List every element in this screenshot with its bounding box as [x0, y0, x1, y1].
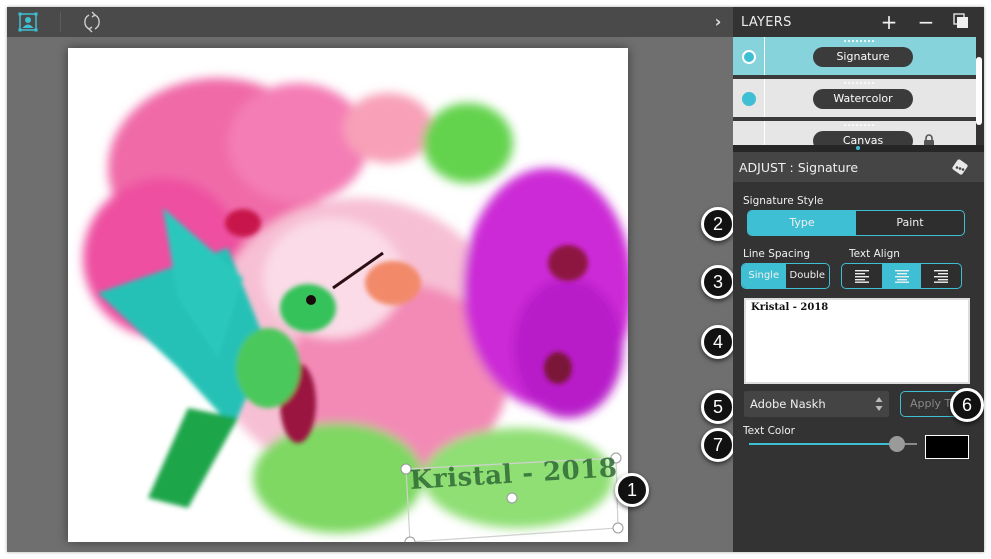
signature-style-toggle: Type Paint — [747, 210, 965, 236]
slider-thumb[interactable] — [888, 436, 905, 452]
duplicate-layer-icon[interactable] — [951, 12, 971, 32]
remove-layer-icon[interactable]: − — [916, 12, 936, 32]
font-select-value: Adobe Naskh — [750, 397, 826, 411]
pager-dot — [856, 146, 860, 150]
align-right-button[interactable] — [921, 264, 961, 288]
top-toolbar: › — [7, 7, 733, 37]
align-center-icon — [894, 270, 909, 283]
portrait-icon[interactable] — [18, 12, 38, 32]
visibility-toggle[interactable] — [733, 79, 765, 117]
rotate-icon[interactable] — [81, 11, 103, 33]
layers-scrollbar[interactable] — [976, 57, 982, 125]
text-color-label: Text Color — [743, 425, 795, 437]
layer-row-canvas[interactable]: Canvas — [733, 121, 976, 145]
layers-list: Signature Watercolor Canvas — [733, 37, 976, 145]
layer-name: Watercolor — [813, 89, 913, 109]
align-right-icon — [934, 270, 949, 283]
image-canvas[interactable]: Kristal - 2018 — [68, 48, 628, 542]
drag-handle[interactable] — [844, 82, 874, 85]
lock-icon[interactable] — [923, 133, 935, 145]
drag-handle[interactable] — [844, 40, 874, 43]
callout-7: 7 — [701, 428, 735, 462]
callout-6: 6 — [950, 388, 984, 422]
style-type-button[interactable]: Type — [748, 211, 856, 235]
callout-2: 2 — [701, 207, 735, 241]
align-left-icon — [854, 270, 869, 283]
layer-row-watercolor[interactable]: Watercolor — [733, 79, 976, 119]
layers-resize-bar[interactable] — [733, 145, 984, 152]
text-color-slider[interactable] — [749, 436, 917, 452]
add-layer-icon[interactable]: + — [879, 12, 899, 32]
workspace: › Kristal - 2018 1 2 3 4 5 7 — [7, 7, 735, 552]
callout-5: 5 — [701, 390, 735, 424]
align-center-button[interactable] — [881, 264, 922, 288]
slider-fill — [749, 443, 897, 445]
text-align-label: Text Align — [849, 248, 900, 260]
layer-row-signature[interactable]: Signature — [733, 37, 976, 77]
app-window: › Kristal - 2018 1 2 3 4 5 7 LAYERS + − … — [7, 7, 984, 552]
style-paint-button[interactable]: Paint — [856, 211, 964, 235]
align-left-button[interactable] — [842, 264, 882, 288]
visible-dot-icon — [742, 50, 756, 64]
layer-name: Signature — [813, 47, 913, 67]
text-align-toggle — [841, 263, 962, 289]
select-arrows-icon — [875, 397, 883, 411]
right-panel: LAYERS + − Signature Watercolor Canvas A… — [733, 7, 984, 552]
visibility-toggle[interactable] — [733, 37, 765, 75]
visible-dot-icon — [742, 92, 756, 106]
adjust-header: ADJUST : Signature — [733, 152, 984, 182]
spacing-single-button[interactable]: Single — [742, 264, 786, 288]
collapse-panel-icon[interactable]: › — [711, 13, 725, 31]
watercolor-artwork — [83, 78, 628, 533]
dice-icon[interactable] — [952, 159, 968, 175]
signature-style-label: Signature Style — [743, 195, 824, 207]
layers-title: LAYERS — [741, 15, 792, 30]
visibility-toggle[interactable] — [733, 121, 765, 145]
font-select[interactable]: Adobe Naskh — [744, 391, 889, 417]
drag-handle[interactable] — [844, 124, 874, 127]
signature-text-input[interactable]: Kristal - 2018 — [744, 298, 970, 384]
line-spacing-toggle: Single Double — [741, 263, 830, 289]
layers-header: LAYERS + − — [733, 7, 984, 37]
adjust-title: ADJUST : Signature — [739, 160, 859, 175]
callout-4: 4 — [701, 325, 735, 359]
toolbar-divider — [60, 12, 61, 32]
layer-name: Canvas — [813, 131, 913, 145]
line-spacing-label: Line Spacing — [743, 248, 810, 260]
callout-1: 1 — [615, 473, 649, 507]
callout-3: 3 — [701, 265, 735, 299]
text-color-swatch[interactable] — [925, 435, 969, 459]
spacing-double-button[interactable]: Double — [786, 264, 830, 288]
